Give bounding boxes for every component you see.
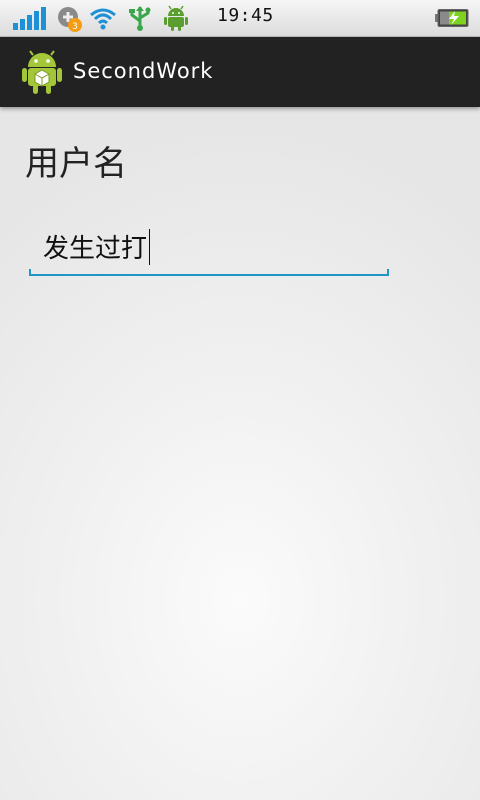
text-cursor bbox=[149, 228, 151, 265]
battery-charging-icon bbox=[435, 9, 469, 27]
field-underline-right-tick bbox=[387, 269, 389, 276]
notification-badge: 3 bbox=[72, 22, 78, 32]
action-bar: SecondWork bbox=[0, 37, 480, 107]
status-clock: 19:45 bbox=[217, 5, 274, 26]
field-underline bbox=[29, 274, 389, 276]
signal-icon bbox=[13, 7, 46, 30]
username-field[interactable]: 发生过打 bbox=[29, 222, 389, 276]
wifi-icon bbox=[90, 8, 116, 30]
android-app-icon[interactable] bbox=[22, 50, 62, 94]
sync-icon: 3 bbox=[58, 7, 82, 32]
username-label: 用户名 bbox=[25, 144, 127, 184]
username-value[interactable]: 发生过打 bbox=[43, 228, 147, 265]
usb-icon bbox=[129, 6, 151, 31]
username-value-wrap[interactable]: 发生过打 bbox=[43, 228, 151, 265]
field-underline-left-tick bbox=[29, 269, 31, 276]
android-debug-icon bbox=[164, 5, 188, 31]
app-title: SecondWork bbox=[73, 59, 214, 83]
status-bar: 3 19:45 bbox=[0, 0, 480, 37]
